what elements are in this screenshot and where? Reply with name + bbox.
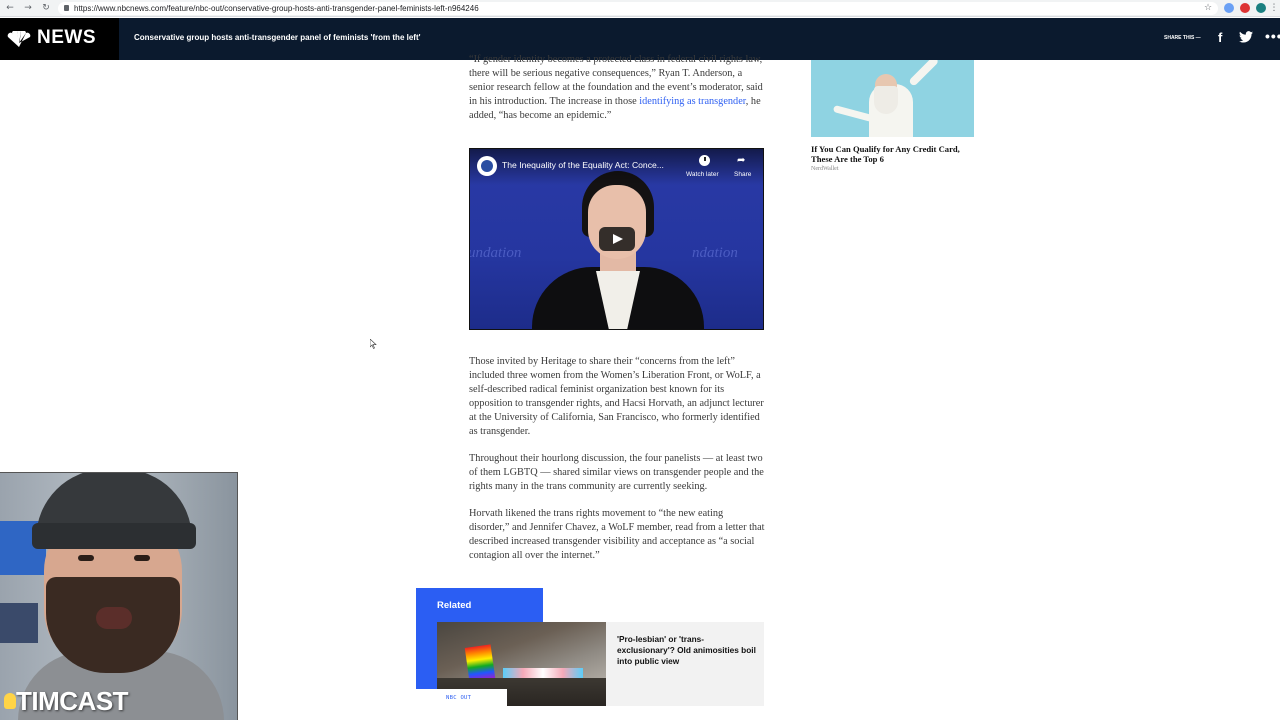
nbc-logo[interactable]: NEWS xyxy=(0,18,119,60)
article-paragraph: “If gender identity becomes a protected … xyxy=(469,53,765,123)
reload-icon[interactable]: ↻ xyxy=(40,2,52,14)
section-tag[interactable]: NBC OUT xyxy=(416,689,507,709)
twitter-icon[interactable] xyxy=(1239,31,1253,43)
presenter xyxy=(134,555,150,561)
facebook-icon[interactable]: f xyxy=(1218,30,1222,45)
extension-icon[interactable] xyxy=(1256,3,1266,13)
extension-icon[interactable] xyxy=(1240,3,1250,13)
ad-headline[interactable]: If You Can Qualify for Any Credit Card, … xyxy=(811,144,971,164)
mouse-cursor-icon xyxy=(370,339,377,349)
forward-icon[interactable]: → xyxy=(22,2,34,14)
ad-source[interactable]: NerdWallet xyxy=(811,166,839,172)
ad-figure xyxy=(832,104,874,123)
video-title[interactable]: The Inequality of the Equality Act: Conc… xyxy=(502,160,664,170)
section-tag-label: NBC OUT xyxy=(446,695,472,701)
article-paragraph: Horvath likened the trans rights movemen… xyxy=(469,508,765,562)
header-article-title: Conservative group hosts anti-transgende… xyxy=(134,33,421,42)
address-bar[interactable]: https://www.nbcnews.com/feature/nbc-out/… xyxy=(58,2,1218,15)
presenter xyxy=(78,555,94,561)
back-icon[interactable]: ← xyxy=(4,2,16,14)
star-icon[interactable]: ☆ xyxy=(1202,2,1214,14)
play-button-icon[interactable] xyxy=(599,227,635,251)
backdrop-text: undation xyxy=(469,245,522,261)
url-text: https://www.nbcnews.com/feature/nbc-out/… xyxy=(74,4,479,13)
webcam-overlay xyxy=(0,472,238,720)
ad-figure xyxy=(908,60,940,87)
article-paragraph: Those invited by Heritage to share their… xyxy=(469,356,764,438)
beanie xyxy=(32,523,196,549)
more-options-icon[interactable]: ••• xyxy=(1265,28,1280,44)
browser-toolbar: ← → ↻ https://www.nbcnews.com/feature/nb… xyxy=(0,0,1280,17)
peacock-icon xyxy=(7,31,31,47)
ad-figure xyxy=(874,86,898,114)
related-headline[interactable]: 'Pro-lesbian' or 'trans-exclusionary'? O… xyxy=(617,634,757,667)
share-this-label: SHARE THIS — xyxy=(1164,35,1201,41)
wall-poster xyxy=(0,603,38,643)
lightbulb-icon xyxy=(4,693,16,709)
watch-later-button[interactable]: Watch later xyxy=(686,171,719,178)
clock-icon[interactable] xyxy=(699,155,710,166)
presenter xyxy=(96,607,132,629)
channel-avatar-icon[interactable] xyxy=(477,156,497,176)
ad-image[interactable] xyxy=(811,60,974,137)
menu-icon[interactable]: ⋮ xyxy=(1268,2,1280,14)
pride-flag xyxy=(464,644,496,682)
lock-icon xyxy=(64,5,69,11)
article-paragraph: Throughout their hourlong discussion, th… xyxy=(469,453,764,493)
backdrop-text: ndation xyxy=(692,245,738,261)
identifying-as-transgender-link[interactable]: identifying as transgender xyxy=(639,96,746,107)
video-player[interactable]: undation ndation The Inequality of the E… xyxy=(469,148,764,330)
logo-text: NEWS xyxy=(37,27,96,48)
extension-icon[interactable] xyxy=(1224,3,1234,13)
channel-watermark: TIMCAST xyxy=(16,686,129,716)
share-button[interactable]: Share xyxy=(734,171,751,178)
share-arrow-icon[interactable]: ➦ xyxy=(737,155,745,166)
related-label: Related xyxy=(437,600,472,611)
